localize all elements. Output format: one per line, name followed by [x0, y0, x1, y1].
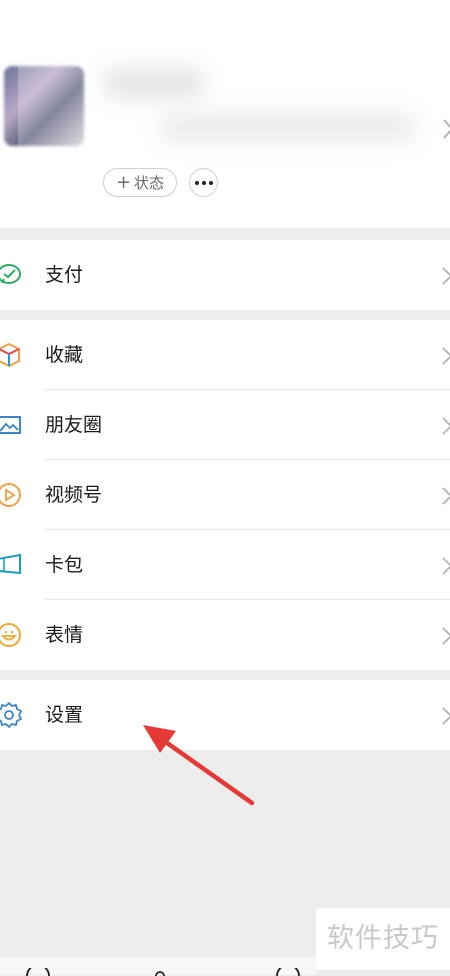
bottom-tab-bar	[0, 958, 316, 976]
watermark: 软件技巧	[316, 908, 450, 970]
annotation-arrow-icon	[143, 725, 255, 806]
